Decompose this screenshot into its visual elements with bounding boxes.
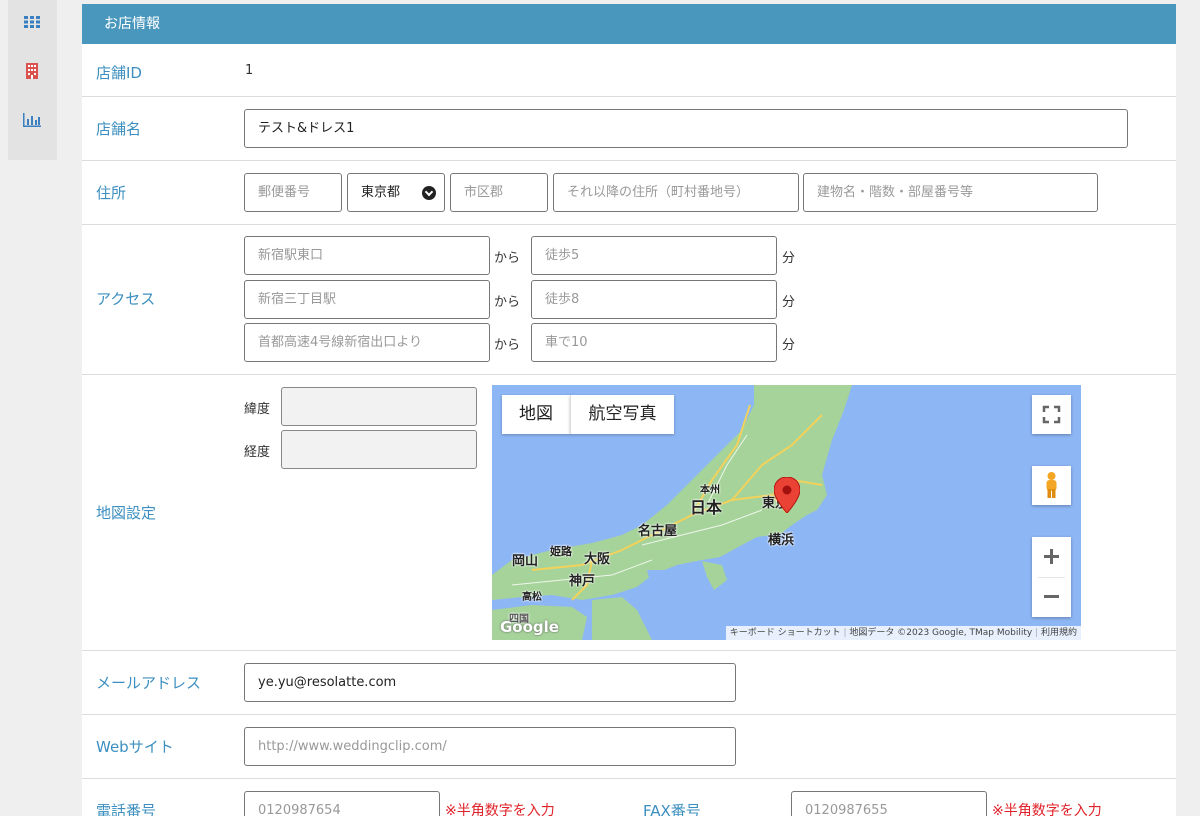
access-station-input-1[interactable]: 新宿駅東口 bbox=[244, 236, 490, 275]
chevron-down-icon bbox=[422, 186, 436, 200]
access-method-input-2[interactable]: 徒歩8 bbox=[531, 280, 777, 319]
store-id-row: 店舗ID 1 bbox=[82, 44, 1176, 97]
store-name-label: 店舗名 bbox=[96, 120, 142, 138]
map-city-label: 高松 bbox=[522, 592, 542, 603]
map-data-text: 地図データ ©2023 Google, TMap Mobility bbox=[849, 628, 1033, 638]
terms-link[interactable]: 利用規約 bbox=[1041, 628, 1077, 638]
phone-label: 電話番号 bbox=[96, 802, 157, 816]
street-input[interactable]: それ以降の住所（町村番地号） bbox=[553, 173, 799, 212]
map-city-label: 姫路 bbox=[550, 545, 572, 558]
bar-chart-icon[interactable] bbox=[23, 111, 41, 129]
map-marker-icon[interactable] bbox=[774, 477, 800, 513]
access-min-text: 分 bbox=[782, 251, 796, 266]
email-row: メールアドレス ye.yu@resolatte.com bbox=[82, 651, 1176, 715]
access-station-input-3[interactable]: 首都高速4号線新宿出口より bbox=[244, 323, 490, 362]
website-label: Webサイト bbox=[96, 738, 174, 756]
address-label: 住所 bbox=[96, 184, 127, 202]
fax-label: FAX番号 bbox=[643, 802, 701, 816]
plus-icon bbox=[1044, 549, 1059, 564]
map-city-label: 岡山 bbox=[512, 554, 539, 569]
address-row: 住所 郵便番号 東京都 市区郡 それ以降の住所（町村番地号） 建物名・階数・部屋… bbox=[82, 161, 1176, 225]
sidebar bbox=[8, 0, 57, 160]
latitude-input[interactable] bbox=[281, 387, 477, 426]
fullscreen-icon bbox=[1042, 405, 1061, 424]
access-label: アクセス bbox=[96, 290, 156, 308]
panel-title: お店情報 bbox=[82, 4, 1176, 44]
postal-code-input[interactable]: 郵便番号 bbox=[244, 173, 342, 212]
access-from-text: から bbox=[494, 338, 521, 353]
fax-note: ※半角数字を入力 bbox=[992, 803, 1102, 816]
email-input[interactable]: ye.yu@resolatte.com bbox=[244, 663, 736, 702]
minus-icon bbox=[1044, 595, 1059, 598]
street-view-button[interactable] bbox=[1032, 466, 1071, 505]
phone-note: ※半角数字を入力 bbox=[445, 803, 555, 816]
longitude-input[interactable] bbox=[281, 430, 477, 469]
city-input[interactable]: 市区郡 bbox=[450, 173, 548, 212]
zoom-controls bbox=[1032, 537, 1071, 617]
store-id-value: 1 bbox=[245, 63, 254, 78]
access-row: アクセス 新宿駅東口 から 徒歩5 分 新宿三丁目駅 から 徒歩8 分 首都高速… bbox=[82, 225, 1176, 375]
zoom-in-button[interactable] bbox=[1032, 537, 1071, 577]
access-method-input-3[interactable]: 車で10 bbox=[531, 323, 777, 362]
pegman-icon bbox=[1046, 472, 1057, 498]
google-logo: Google bbox=[500, 618, 559, 636]
map-attribution: キーボード ショートカット | 地図データ ©2023 Google, TMap… bbox=[725, 626, 1081, 640]
fullscreen-button[interactable] bbox=[1032, 395, 1071, 434]
email-label: メールアドレス bbox=[96, 674, 202, 692]
map-view[interactable]: 地図 航空写真 本州 日本 名古屋 東京 横浜 岡山 姫路 大阪 神戸 高松 四… bbox=[492, 385, 1081, 640]
building-icon[interactable] bbox=[23, 62, 41, 80]
store-name-row: 店舗名 テスト&ドレス1 bbox=[82, 97, 1176, 161]
store-id-label: 店舗ID bbox=[96, 64, 142, 82]
website-input[interactable]: http://www.weddingclip.com/ bbox=[244, 727, 736, 766]
prefecture-select[interactable]: 東京都 bbox=[347, 173, 445, 212]
access-method-input-1[interactable]: 徒歩5 bbox=[531, 236, 777, 275]
access-min-text: 分 bbox=[782, 295, 796, 310]
map-type-map-button[interactable]: 地図 bbox=[502, 395, 570, 434]
map-type-satellite-button[interactable]: 航空写真 bbox=[570, 395, 674, 434]
store-name-input[interactable]: テスト&ドレス1 bbox=[244, 109, 1128, 148]
map-city-label: 神戸 bbox=[569, 574, 596, 589]
zoom-out-button[interactable] bbox=[1032, 577, 1071, 617]
map-settings-label: 地図設定 bbox=[96, 504, 157, 522]
phone-fax-row: 電話番号 0120987654 ※半角数字を入力 FAX番号 012098765… bbox=[82, 779, 1176, 816]
access-from-text: から bbox=[494, 295, 521, 310]
access-station-input-2[interactable]: 新宿三丁目駅 bbox=[244, 280, 490, 319]
store-info-panel: お店情報 店舗ID 1 店舗名 テスト&ドレス1 住所 郵便番号 東京都 市区郡… bbox=[82, 4, 1176, 816]
map-city-label: 横浜 bbox=[768, 533, 795, 548]
fax-input[interactable]: 0120987655 bbox=[791, 791, 987, 816]
website-row: Webサイト http://www.weddingclip.com/ bbox=[82, 715, 1176, 779]
keyboard-shortcuts-link[interactable]: キーボード ショートカット bbox=[730, 628, 841, 638]
grid-icon[interactable] bbox=[23, 13, 41, 31]
building-input[interactable]: 建物名・階数・部屋番号等 bbox=[803, 173, 1098, 212]
access-from-text: から bbox=[494, 251, 521, 266]
access-min-text: 分 bbox=[782, 338, 796, 353]
prefecture-value: 東京都 bbox=[361, 185, 401, 200]
map-city-label: 大阪 bbox=[584, 552, 611, 567]
map-city-label: 名古屋 bbox=[638, 524, 678, 539]
map-city-label: 日本 bbox=[690, 498, 723, 517]
latitude-label: 緯度 bbox=[244, 402, 271, 417]
phone-input[interactable]: 0120987654 bbox=[244, 791, 440, 816]
longitude-label: 経度 bbox=[244, 445, 271, 460]
